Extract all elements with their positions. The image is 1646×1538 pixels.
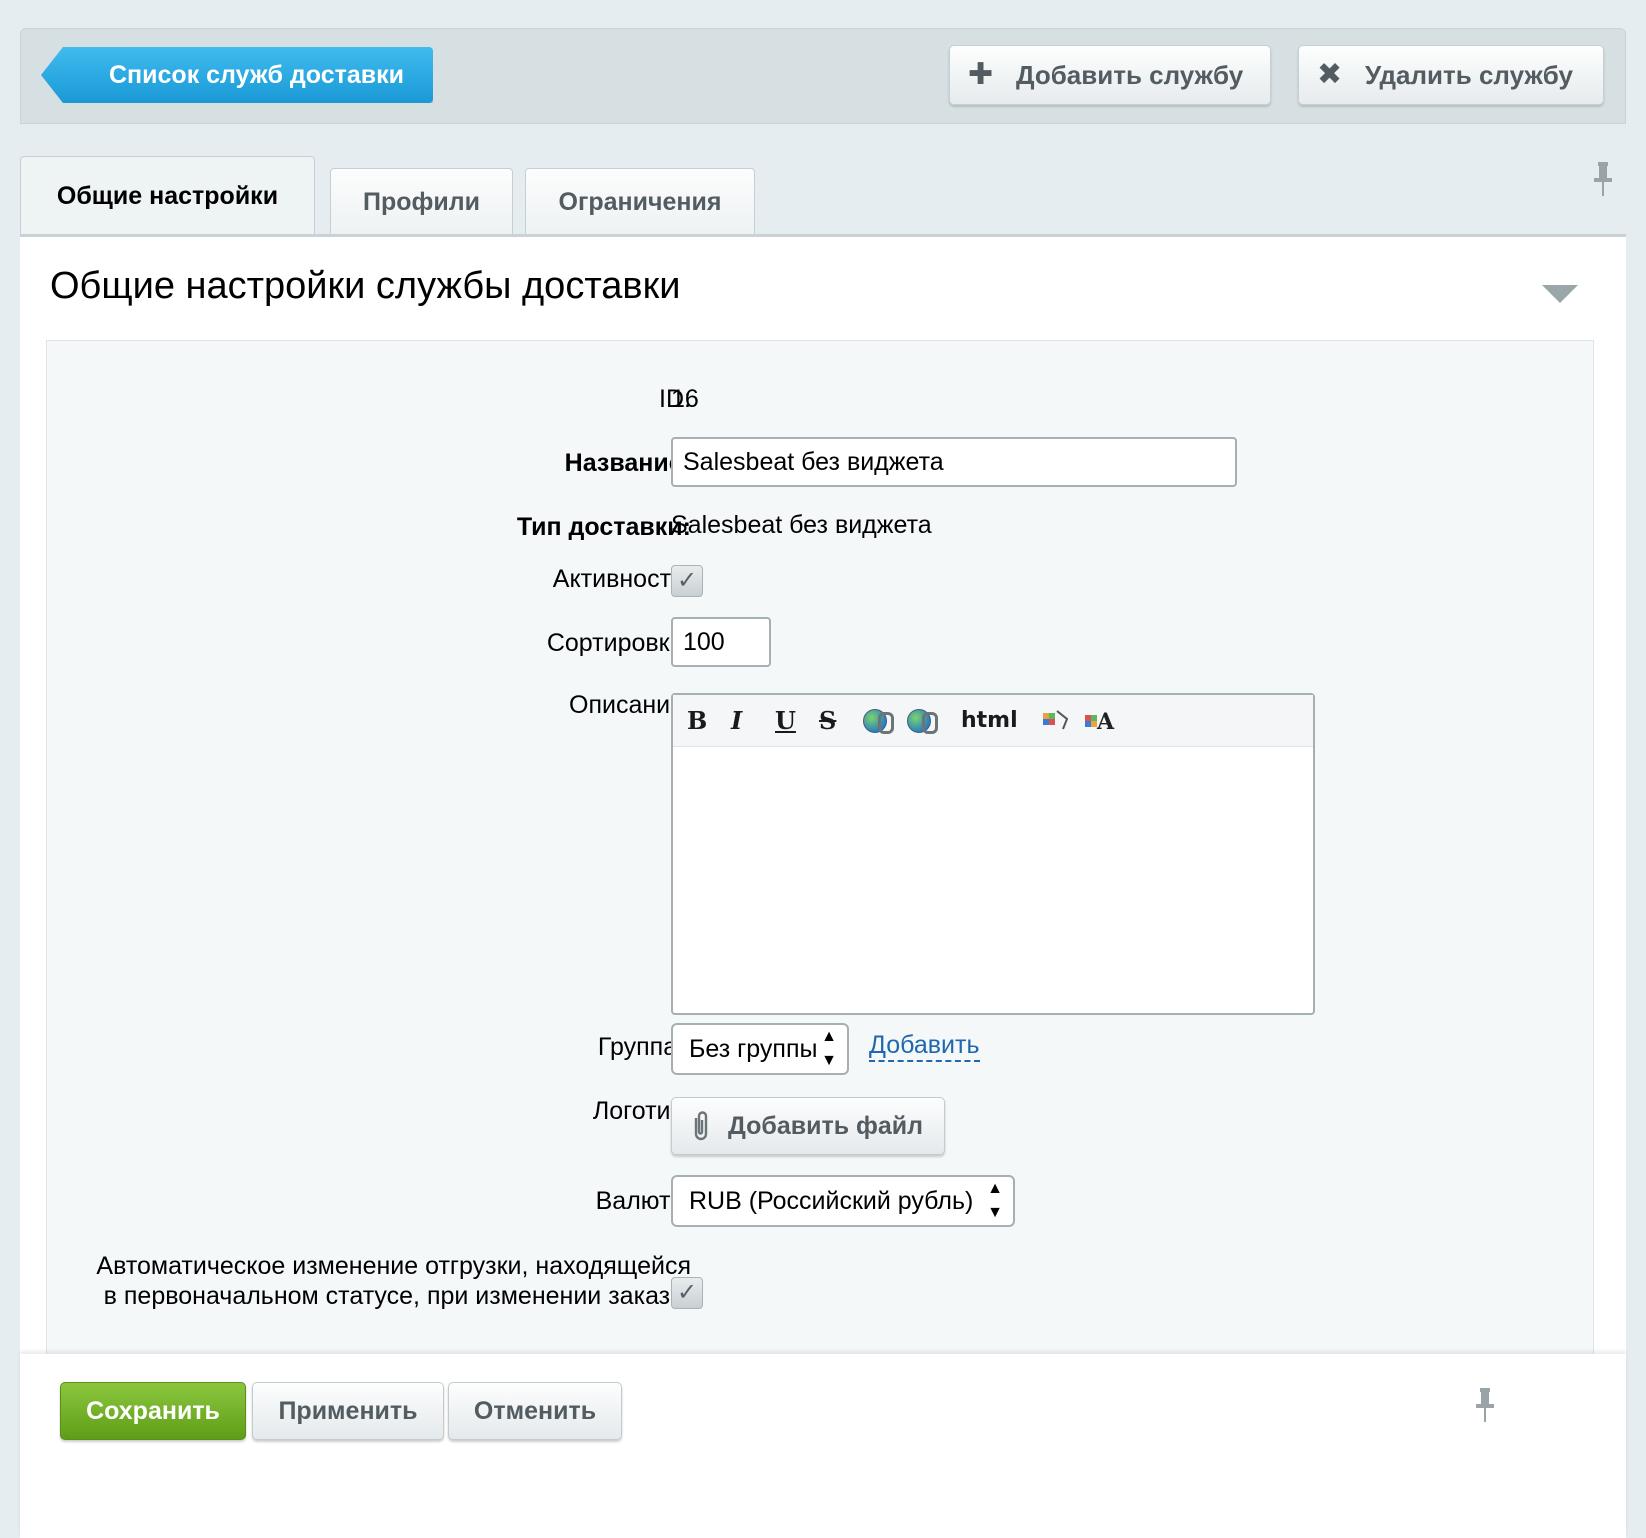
insert-link-icon[interactable] <box>863 709 894 734</box>
apply-button[interactable]: Применить <box>252 1382 444 1440</box>
settings-form: ID: 16 Название: Тип доставки: Salesbeat… <box>46 340 1594 1460</box>
add-file-button[interactable]: Добавить файл <box>671 1097 945 1155</box>
id-value: 16 <box>671 385 699 413</box>
auto-change-checkbox[interactable]: ✓ <box>671 1277 703 1309</box>
x-icon: ✖ <box>1317 58 1343 91</box>
delivery-type-label: Тип доставки: <box>516 513 691 541</box>
paperclip-icon <box>690 1098 712 1161</box>
font-color-icon[interactable]: A <box>1085 707 1115 735</box>
active-checkbox[interactable]: ✓ <box>671 565 703 597</box>
add-group-link[interactable]: Добавить <box>869 1031 980 1062</box>
sort-input[interactable] <box>671 617 771 667</box>
group-select[interactable]: Без группы ▲ ▼ <box>671 1023 849 1075</box>
strikethrough-icon[interactable]: S <box>819 703 836 739</box>
group-select-value: Без группы <box>689 1035 818 1063</box>
format-brush-icon[interactable] <box>1041 707 1071 735</box>
description-editor[interactable]: B I U S html A <box>671 693 1315 1015</box>
collapse-arrow-icon[interactable] <box>1542 285 1578 303</box>
italic-icon[interactable]: I <box>731 703 742 739</box>
footer-bar: Сохранить Применить Отменить <box>20 1354 1626 1538</box>
name-input[interactable] <box>671 437 1237 487</box>
select-arrows-icon: ▲ ▼ <box>821 1028 837 1069</box>
sort-label: Сортировка: <box>546 629 691 657</box>
pin-icon[interactable] <box>1474 1388 1496 1430</box>
save-button[interactable]: Сохранить <box>60 1382 246 1440</box>
pin-icon[interactable] <box>1592 162 1614 204</box>
remove-link-icon[interactable] <box>907 709 938 734</box>
add-file-label: Добавить файл <box>728 1112 924 1140</box>
currency-select-value: RUB (Российский рубль) <box>689 1187 974 1215</box>
add-service-button[interactable]: ✚ Добавить службу <box>949 45 1271 105</box>
delivery-type-value: Salesbeat без виджета <box>671 511 932 539</box>
underline-icon[interactable]: U <box>775 703 796 739</box>
delete-service-label: Удалить службу <box>1365 60 1573 90</box>
select-arrows-icon: ▲ ▼ <box>987 1180 1003 1221</box>
top-toolbar: Список служб доставки ✚ Добавить службу … <box>20 28 1626 124</box>
bold-icon[interactable]: B <box>687 703 707 739</box>
currency-select[interactable]: RUB (Российский рубль) ▲ ▼ <box>671 1175 1015 1227</box>
plus-icon: ✚ <box>968 58 994 91</box>
tab-general-settings[interactable]: Общие настройки <box>20 156 315 234</box>
svg-text:A: A <box>1096 709 1115 735</box>
main-panel: Общие настройки службы доставки ID: 16 Н… <box>20 234 1626 1538</box>
tab-bar: Общие настройки Профили Ограничения <box>20 138 1626 234</box>
editor-toolbar: B I U S html A <box>673 695 1313 747</box>
html-mode-icon[interactable]: html <box>961 703 1018 739</box>
tab-profiles[interactable]: Профили <box>330 168 513 234</box>
back-to-list-button[interactable]: Список служб доставки <box>41 47 433 103</box>
delete-service-button[interactable]: ✖ Удалить службу <box>1298 45 1604 105</box>
cancel-button[interactable]: Отменить <box>448 1382 622 1440</box>
section-title: Общие настройки службы доставки <box>50 265 681 307</box>
auto-change-label: Автоматическое изменение отгрузки, наход… <box>96 1252 691 1310</box>
tab-restrictions[interactable]: Ограничения <box>525 168 755 234</box>
add-service-label: Добавить службу <box>1016 60 1244 90</box>
